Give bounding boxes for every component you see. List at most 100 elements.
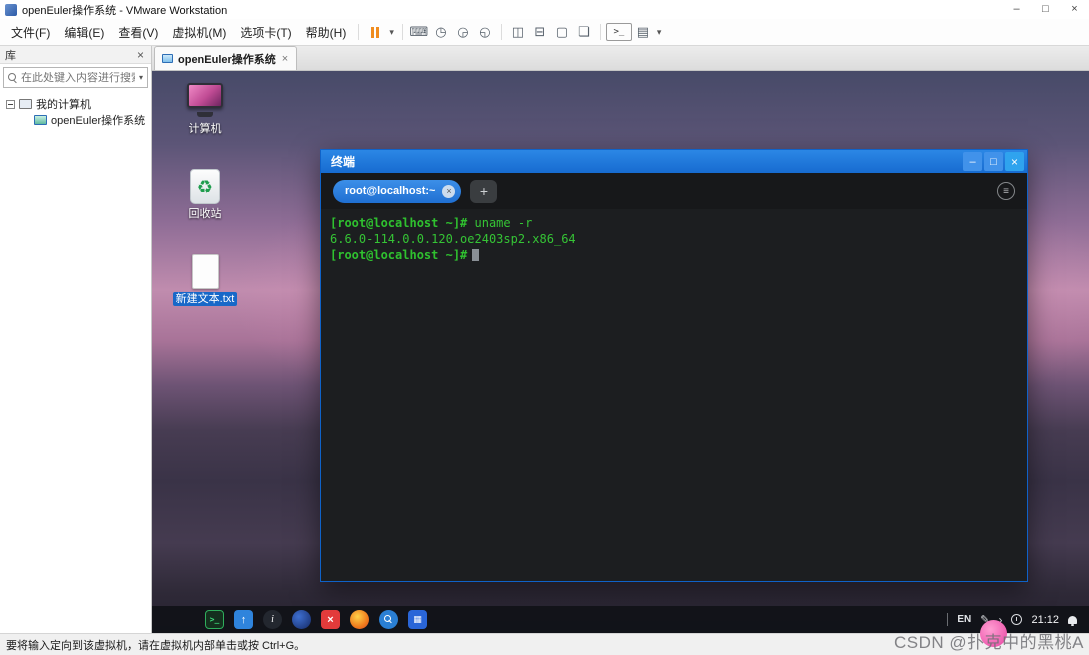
vmware-logo-icon — [5, 3, 17, 16]
tree-item-label: openEuler操作系统 — [51, 115, 146, 127]
desktop-icon-label-selected: 新建文本.txt — [172, 292, 238, 306]
tab-bar: openEuler操作系统 × — [152, 46, 1089, 71]
terminal-new-tab-button[interactable]: + — [470, 179, 498, 203]
app-launcher-icon[interactable] — [176, 610, 195, 629]
collapse-icon[interactable] — [6, 99, 15, 109]
menu-view[interactable]: 查看(V) — [111, 21, 165, 44]
terminal-minimize-button[interactable]: – — [963, 152, 982, 171]
tree-item-openeuler-vm[interactable]: openEuler操作系统 — [0, 112, 151, 128]
take-snapshot-button[interactable]: ◷ — [430, 22, 452, 42]
tree-item-my-computer[interactable]: 我的计算机 — [0, 96, 151, 112]
tab-label: openEuler操作系统 — [178, 53, 276, 66]
library-panel: 库 × ▾ 我的计算机 openEuler操作系统 — [0, 46, 152, 633]
shell-command: uname -r — [467, 216, 533, 230]
language-indicator[interactable]: EN — [957, 614, 971, 625]
menu-file[interactable]: 文件(F) — [4, 21, 57, 44]
revert-snapshot-button[interactable]: ◶ — [452, 22, 474, 42]
window-close-button[interactable]: × — [1060, 0, 1089, 19]
menu-vm[interactable]: 虚拟机(M) — [165, 21, 233, 44]
library-header: 库 × — [0, 46, 151, 64]
view-options-button[interactable]: ▤ — [632, 22, 654, 42]
send-ctrl-alt-del-button[interactable]: ⌨ — [408, 22, 430, 42]
menubar: 文件(F) 编辑(E) 查看(V) 虚拟机(M) 选项卡(T) 帮助(H) ▾ … — [0, 19, 1089, 46]
command-output: 6.6.0-114.0.0.120.oe2403sp2.x86_64 — [330, 232, 576, 246]
terminal-window[interactable]: 终端 – □ × root@localhost:~ × + ≡ [root@lo… — [320, 149, 1028, 582]
taskbar-notes-icon[interactable]: ▦ — [408, 610, 427, 629]
terminal-close-button[interactable]: × — [1005, 152, 1024, 171]
window-title: openEuler操作系统 - VMware Workstation — [22, 4, 228, 17]
vmware-window: openEuler操作系统 - VMware Workstation – □ ×… — [0, 0, 1089, 655]
tray-separator — [947, 613, 949, 626]
terminal-title: 终端 — [331, 155, 356, 169]
fullscreen-button[interactable]: ▢ — [551, 22, 573, 42]
desktop-icon-computer[interactable]: 计算机 — [172, 81, 238, 136]
unity-button[interactable]: ❏ — [573, 22, 595, 42]
show-library-button[interactable]: ◫ — [507, 22, 529, 42]
view-options-dropdown-arrow[interactable]: ▾ — [654, 27, 665, 38]
terminal-tab-close-button[interactable]: × — [442, 184, 456, 198]
terminal-menu-button[interactable]: ≡ — [997, 182, 1015, 200]
terminal-maximize-button[interactable]: □ — [984, 152, 1003, 171]
terminal-tab-label: root@localhost:~ — [345, 185, 436, 197]
desktop-icon-text-file[interactable]: 新建文本.txt — [172, 253, 238, 306]
taskbar-app-icons: >_ ↑ i × ▦ — [176, 610, 427, 629]
terminal-cursor — [472, 249, 480, 261]
taskbar-clock[interactable]: 21:12 — [1031, 614, 1059, 626]
toolbar-separator — [401, 24, 403, 40]
text-file-icon — [191, 254, 219, 289]
search-dropdown-arrow[interactable]: ▾ — [139, 73, 143, 82]
computer-icon — [19, 99, 32, 109]
status-message: 要将输入定向到该虚拟机，请在虚拟机内部单击或按 Ctrl+G。 — [6, 639, 306, 652]
power-dropdown-arrow[interactable]: ▾ — [386, 27, 397, 38]
shell-prompt: [root@localhost ~]# — [330, 216, 468, 230]
manage-snapshots-button[interactable]: ◵ — [474, 22, 496, 42]
menu-help[interactable]: 帮助(H) — [299, 21, 354, 44]
toolbar-separator — [599, 24, 601, 40]
terminal-line: 6.6.0-114.0.0.120.oe2403sp2.x86_64 — [330, 231, 1018, 247]
vm-icon — [34, 115, 47, 125]
taskbar-search-icon[interactable] — [379, 610, 398, 629]
taskbar-system-tray: EN ✎ › 21:12 — [947, 613, 1077, 626]
power-button-group: ▾ — [364, 22, 397, 42]
desktop-icon-recycle-bin[interactable]: ♻ 回收站 — [172, 168, 238, 221]
titlebar: openEuler操作系统 - VMware Workstation – □ × — [0, 0, 1089, 19]
menu-edit[interactable]: 编辑(E) — [57, 21, 111, 44]
terminal-line: [root@localhost ~]# — [330, 247, 1018, 263]
taskbar-browser-icon[interactable] — [292, 610, 311, 629]
magnifier-icon — [384, 615, 393, 624]
shell-prompt: [root@localhost ~]# — [330, 248, 468, 262]
content-area: openEuler操作系统 × 计算机 ♻ 回收站 新建文本.txt 终端 – … — [152, 46, 1089, 633]
view-options-group: ▤ ▾ — [632, 22, 665, 42]
clock-icon — [1011, 614, 1023, 625]
terminal-output[interactable]: [root@localhost ~]# uname -r 6.6.0-114.0… — [321, 209, 1027, 581]
watermark-text: CSDN @扑克中的黑桃A — [894, 633, 1084, 652]
main-area: 库 × ▾ 我的计算机 openEuler操作系统 — [0, 46, 1089, 633]
taskbar-file-manager-icon[interactable]: ↑ — [234, 610, 253, 629]
notification-bell-icon[interactable] — [1068, 615, 1077, 626]
console-button[interactable]: >_ — [605, 23, 632, 41]
window-maximize-button[interactable]: □ — [1031, 0, 1060, 19]
library-search-box[interactable]: ▾ — [3, 67, 148, 88]
taskbar-help-icon[interactable]: i — [263, 610, 282, 629]
library-close-button[interactable]: × — [135, 48, 146, 62]
window-minimize-button[interactable]: – — [1002, 0, 1031, 19]
menu-tabs[interactable]: 选项卡(T) — [233, 21, 298, 44]
vm-tree: 我的计算机 openEuler操作系统 — [0, 91, 151, 128]
toolbar-separator — [358, 24, 360, 40]
terminal-titlebar[interactable]: 终端 – □ × — [321, 150, 1027, 173]
tab-openeuler[interactable]: openEuler操作系统 × — [154, 46, 298, 70]
taskbar-firefox-icon[interactable] — [350, 610, 369, 629]
power-pause-button[interactable] — [364, 22, 386, 42]
vm-display[interactable]: 计算机 ♻ 回收站 新建文本.txt 终端 – □ × root@localho… — [152, 71, 1089, 633]
taskbar-terminal-icon[interactable]: >_ — [205, 610, 224, 629]
window-controls: – □ × — [1002, 0, 1089, 19]
terminal-tab[interactable]: root@localhost:~ × — [333, 179, 462, 203]
library-title: 库 — [5, 49, 16, 62]
desktop-icon-column: 计算机 ♻ 回收站 新建文本.txt — [172, 81, 238, 306]
search-input[interactable] — [21, 71, 135, 84]
show-thumbnail-bar-button[interactable]: ⊟ — [529, 22, 551, 42]
tab-close-button[interactable]: × — [281, 53, 289, 65]
recycle-bin-icon: ♻ — [190, 169, 220, 204]
taskbar-close-app-icon[interactable]: × — [321, 610, 340, 629]
watermark: CSDN @扑克中的黑桃A — [894, 620, 1084, 653]
